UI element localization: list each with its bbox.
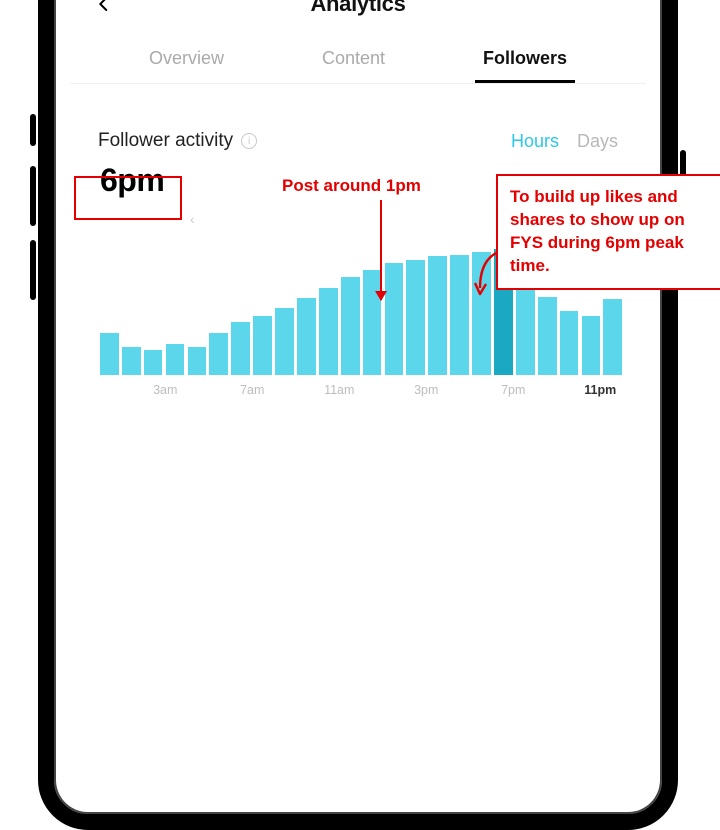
time-granularity-toggle: Hours Days (511, 131, 618, 152)
bar-8am (275, 308, 294, 375)
bar-12pm (363, 270, 382, 375)
x-tick: 3pm (405, 383, 449, 397)
bar-1pm (385, 263, 404, 375)
x-tick (274, 383, 318, 397)
x-tick (100, 383, 144, 397)
x-tick: 11am (318, 383, 362, 397)
tab-followers[interactable]: Followers (479, 40, 571, 83)
annotation-explain-box: To build up likes and shares to show up … (496, 174, 720, 290)
bar-2am (144, 350, 163, 375)
bar-9am (297, 298, 316, 375)
bar-4pm (450, 255, 469, 375)
x-axis: 3am 7am 11am 3pm 7pm 11pm (94, 375, 622, 397)
bar-10pm (582, 316, 601, 375)
annotation-post-around: Post around 1pm (282, 176, 421, 196)
chevron-left-icon[interactable]: ‹ (190, 211, 195, 227)
phone-side-button (30, 114, 36, 146)
chevron-left-icon (95, 0, 113, 13)
bar-7am (253, 316, 272, 375)
annotation-arrow-down (380, 200, 382, 300)
tab-content[interactable]: Content (318, 40, 389, 83)
app-header: Analytics (70, 0, 646, 28)
bar-6am (231, 322, 250, 375)
x-tick (361, 383, 405, 397)
x-tick (448, 383, 492, 397)
bar-2pm (406, 260, 425, 375)
section-title: Follower activity (98, 130, 233, 152)
bar-11pm (603, 299, 622, 375)
x-tick: 11pm (579, 383, 623, 397)
follower-activity-header: Follower activity i Hours Days (70, 84, 646, 152)
phone-side-button (30, 166, 36, 226)
page-title: Analytics (70, 0, 646, 17)
x-tick: 7am (231, 383, 275, 397)
bar-12am (100, 333, 119, 375)
tab-overview[interactable]: Overview (145, 40, 228, 83)
phone-side-button (30, 240, 36, 300)
bar-10am (319, 288, 338, 375)
bar-3pm (428, 256, 447, 375)
x-tick: 3am (144, 383, 188, 397)
toggle-hours[interactable]: Hours (511, 131, 559, 152)
x-tick: 7pm (492, 383, 536, 397)
bar-5am (209, 333, 228, 375)
info-icon[interactable]: i (241, 133, 257, 149)
bar-3am (166, 344, 185, 375)
back-button[interactable] (90, 0, 118, 18)
toggle-days[interactable]: Days (577, 131, 618, 152)
app-screen: Analytics Overview Content Followers Fol… (70, 0, 646, 798)
bar-9pm (560, 311, 579, 375)
x-tick (535, 383, 579, 397)
bar-4am (188, 347, 207, 375)
x-tick (187, 383, 231, 397)
bar-1am (122, 347, 141, 375)
bar-8pm (538, 297, 557, 375)
bar-11am (341, 277, 360, 375)
phone-frame: Analytics Overview Content Followers Fol… (38, 0, 678, 830)
peak-hour-value: 6pm (98, 162, 174, 199)
tab-bar: Overview Content Followers (70, 28, 646, 84)
